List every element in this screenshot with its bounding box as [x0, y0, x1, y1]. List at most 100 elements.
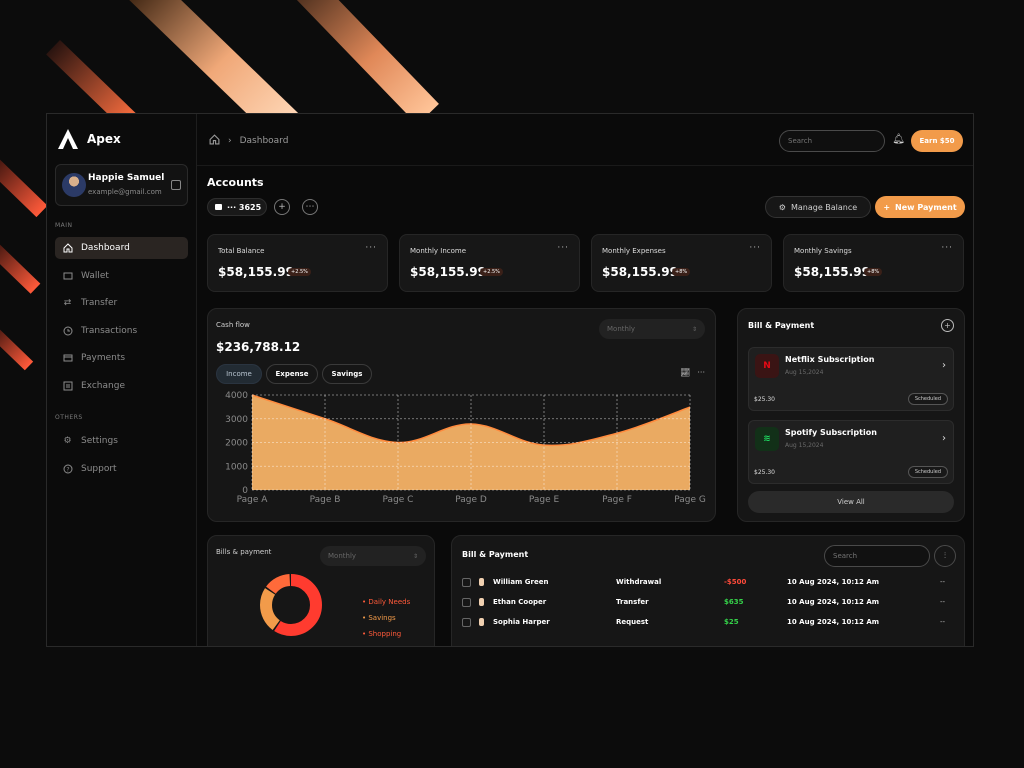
row-checkbox[interactable]	[462, 618, 471, 627]
sidebar-item-transactions[interactable]: Transactions	[55, 320, 188, 342]
account-chip[interactable]: ··· 3625	[207, 198, 267, 216]
bg-stripe	[0, 320, 34, 371]
stat-card-monthly-expenses[interactable]: Monthly Expenses ··· $58,155.99 +8%	[591, 234, 772, 292]
card-icon	[62, 353, 73, 364]
period-select-value: Monthly	[328, 552, 357, 560]
row-checkbox[interactable]	[462, 578, 471, 587]
period-select[interactable]: Monthly ⇕	[599, 319, 705, 339]
x-tick-label: Page G	[674, 495, 706, 505]
filter-icon[interactable]: ⫶	[934, 545, 956, 567]
sidebar-item-support[interactable]: ? Support	[55, 458, 188, 480]
bills-donut-panel: Bills & payment Monthly ⇕ • Daily Needs …	[207, 535, 435, 646]
profile-email: example@gmail.com	[88, 188, 162, 196]
spotify-logo-icon: ≋	[755, 427, 779, 451]
subscription-date: Aug 15,2024	[785, 369, 824, 376]
x-tick-label: Page A	[237, 495, 269, 505]
sidebar-item-label: Exchange	[81, 381, 125, 391]
plus-icon: +	[883, 202, 891, 212]
chart-tools: 📈︎ ···	[680, 368, 705, 377]
add-account-button[interactable]: +	[274, 199, 290, 215]
subscription-item[interactable]: ≋ Spotify Subscription Aug 15,2024 › $25…	[748, 420, 954, 484]
profile-toggle-icon[interactable]	[171, 180, 181, 190]
sidebar-item-dashboard[interactable]: Dashboard	[55, 237, 188, 259]
apex-logo-icon	[58, 129, 78, 149]
search-input[interactable]	[779, 130, 885, 152]
x-tick-label: Page C	[383, 495, 414, 505]
more-icon[interactable]: ···	[941, 243, 953, 253]
stat-label: Monthly Expenses	[602, 247, 666, 255]
card-icon	[215, 204, 222, 210]
sidebar-item-wallet[interactable]: Wallet	[55, 265, 188, 287]
add-bill-button[interactable]: +	[941, 319, 954, 332]
subscription-item[interactable]: N Netflix Subscription Aug 15,2024 › $25…	[748, 347, 954, 411]
stat-card-monthly-income[interactable]: Monthly Income ··· $58,155.99 +2.5%	[399, 234, 580, 292]
bills-donut-title: Bills & payment	[216, 548, 272, 556]
new-payment-button[interactable]: + New Payment	[875, 196, 965, 218]
chevron-right-icon: ›	[228, 136, 232, 146]
stat-card-monthly-savings[interactable]: Monthly Savings ··· $58,155.99 +8%	[783, 234, 964, 292]
support-icon: ?	[62, 464, 73, 475]
table-row[interactable]: Ethan Cooper Transfer $635 10 Aug 2024, …	[462, 596, 956, 610]
stat-label: Total Balance	[218, 247, 265, 255]
period-select[interactable]: Monthly ⇕	[320, 546, 426, 566]
home-icon[interactable]	[209, 134, 220, 148]
more-icon[interactable]: ···	[749, 243, 761, 253]
row-amount: $25	[724, 618, 739, 626]
chevron-right-icon[interactable]: ›	[942, 433, 946, 444]
account-number: ··· 3625	[227, 202, 262, 212]
subscription-amount: $25.30	[754, 469, 775, 476]
gear-icon: ⚙	[63, 436, 72, 446]
tab-expense[interactable]: Expense	[266, 364, 318, 384]
table-row[interactable]: William Green Withdrawal -$500 10 Aug 20…	[462, 576, 956, 590]
row-more-icon[interactable]: --	[940, 598, 945, 606]
row-more-icon[interactable]: --	[940, 578, 945, 586]
sidebar-item-transfer[interactable]: ⇄ Transfer	[55, 292, 188, 314]
app-name: Apex	[87, 132, 121, 146]
sidebar-item-payments[interactable]: Payments	[55, 347, 188, 369]
transactions-search-input[interactable]	[824, 545, 930, 567]
home-icon	[62, 243, 73, 254]
subscription-name: Netflix Subscription	[785, 355, 875, 364]
tab-savings[interactable]: Savings	[322, 364, 372, 384]
bg-stripe	[278, 0, 439, 125]
earn-button[interactable]: Earn $50	[911, 130, 963, 152]
row-type: Transfer	[616, 598, 649, 606]
profile-card[interactable]: Happie Samuel example@gmail.com	[55, 164, 188, 206]
manage-balance-button[interactable]: ⚙ Manage Balance	[765, 196, 871, 218]
more-icon[interactable]: ···	[365, 243, 377, 253]
stat-card-total-balance[interactable]: Total Balance ··· $58,155.99 +2.5%	[207, 234, 388, 292]
bell-icon[interactable]: 🔔︎	[892, 134, 905, 145]
sidebar-item-exchange[interactable]: Exchange	[55, 375, 188, 397]
row-amount: $635	[724, 598, 744, 606]
more-icon[interactable]: ···	[557, 243, 569, 253]
logo[interactable]: Apex	[57, 128, 121, 150]
tab-income[interactable]: Income	[216, 364, 262, 384]
legend-item: • Daily Needs	[362, 598, 411, 606]
x-tick-label: Page E	[529, 495, 560, 505]
y-tick-label: 2000	[225, 439, 248, 449]
more-accounts-button[interactable]: ⋯	[302, 199, 318, 215]
y-tick-label: 4000	[225, 391, 248, 401]
cashflow-chart: 01000200030004000Page A Page B Page C Page …	[225, 391, 706, 505]
row-checkbox[interactable]	[462, 598, 471, 607]
table-row[interactable]: Sophia Harper Request $25 10 Aug 2024, 1…	[462, 616, 956, 630]
subscription-amount: $25.30	[754, 396, 775, 403]
row-more-icon[interactable]: --	[940, 618, 945, 626]
status-badge: Scheduled	[907, 393, 948, 405]
more-icon[interactable]: ···	[697, 368, 705, 377]
x-tick-label: Page D	[455, 495, 487, 505]
cashflow-panel: Cash flow $236,788.12 Monthly ⇕ Income E…	[207, 308, 716, 522]
chart-icon[interactable]: 📈︎	[680, 368, 690, 377]
section-label-others: OTHERS	[55, 414, 83, 421]
view-all-button[interactable]: View All	[748, 491, 954, 513]
period-select-value: Monthly	[607, 325, 636, 333]
sidebar-item-settings[interactable]: ⚙ Settings	[55, 430, 188, 452]
topbar: › Dashboard 🔔︎ Earn $50	[197, 114, 973, 166]
avatar	[62, 173, 86, 197]
clock-icon	[62, 326, 73, 337]
row-name: Sophia Harper	[493, 618, 550, 626]
legend-item: • Savings	[362, 614, 396, 622]
row-amount: -$500	[724, 578, 747, 586]
chevron-right-icon[interactable]: ›	[942, 360, 946, 371]
transactions-panel: Bill & Payment ⫶ William Green Withdrawa…	[451, 535, 965, 646]
